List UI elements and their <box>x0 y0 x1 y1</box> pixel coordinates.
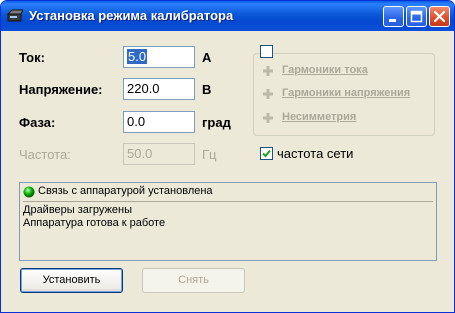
plus-icon <box>263 66 273 76</box>
voltage-input[interactable]: 220.0 <box>123 78 195 100</box>
voltage-harmonics-label: Гармоники напряжения <box>282 87 411 99</box>
voltage-unit: В <box>202 82 212 97</box>
maximize-icon <box>410 10 423 23</box>
asymmetry-label: Несимметрия <box>282 111 357 123</box>
status-header: Связь с аппаратурой установлена <box>20 183 436 201</box>
current-harmonics-label: Гармоники тока <box>282 64 368 76</box>
app-icon <box>7 9 23 22</box>
status-header-text: Связь с аппаратурой установлена <box>38 185 213 197</box>
frequency-unit: Гц <box>202 147 217 162</box>
calibrator-window: Установка режима калибратора Ток: 5.0 А … <box>0 0 455 313</box>
phase-label: Фаза: <box>19 115 56 130</box>
checkmark-icon <box>262 149 271 158</box>
title-bar[interactable]: Установка режима калибратора <box>1 1 454 31</box>
status-indicator-icon <box>23 186 35 198</box>
remove-button: Снять <box>142 268 245 293</box>
asymmetry-link: Несимметрия <box>262 111 356 123</box>
net-frequency-checkbox[interactable] <box>260 147 273 160</box>
current-input[interactable]: 5.0 <box>123 46 195 68</box>
options-group-checkbox[interactable] <box>260 45 273 58</box>
current-harmonics-link: Гармоники тока <box>262 64 368 76</box>
close-button[interactable] <box>429 6 450 27</box>
phase-input[interactable]: 0.0 <box>123 111 195 133</box>
status-divider <box>23 201 433 202</box>
maximize-button[interactable] <box>406 6 427 27</box>
frequency-input: 50.0 <box>123 143 195 165</box>
voltage-harmonics-link: Гармоники напряжения <box>262 87 410 99</box>
current-label: Ток: <box>19 50 45 65</box>
frequency-label: Частота: <box>19 147 71 162</box>
minimize-icon <box>389 19 396 22</box>
status-message-2: Аппаратура готова к работе <box>23 217 166 229</box>
plus-icon <box>263 89 273 99</box>
set-button[interactable]: Установить <box>20 268 123 293</box>
net-frequency-label: частота сети <box>277 146 354 161</box>
phase-unit: град <box>202 115 231 130</box>
status-panel: Связь с аппаратурой установлена Драйверы… <box>19 182 437 261</box>
current-value: 5.0 <box>127 49 148 64</box>
voltage-label: Напряжение: <box>19 82 103 97</box>
current-unit: А <box>202 50 212 65</box>
status-message-1: Драйверы загружены <box>23 204 132 216</box>
minimize-button[interactable] <box>383 6 404 27</box>
plus-icon <box>263 113 273 123</box>
close-icon <box>433 10 446 23</box>
window-title: Установка режима калибратора <box>29 8 234 23</box>
